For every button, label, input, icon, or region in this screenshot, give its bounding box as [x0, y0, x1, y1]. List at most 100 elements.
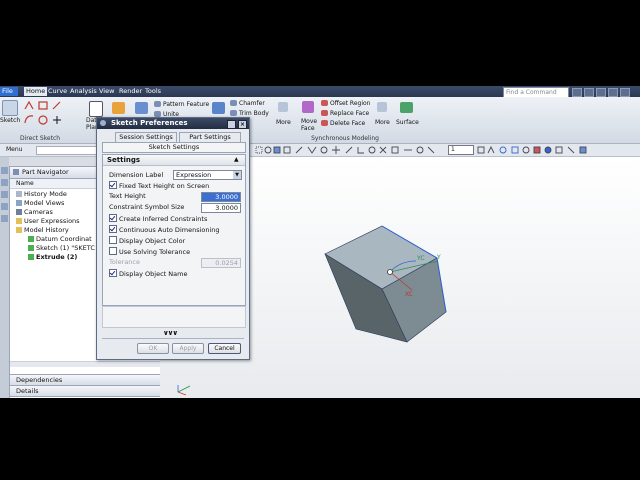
continuous-auto-dimensioning-checkbox[interactable]: Continuous Auto Dimensioning — [109, 225, 220, 234]
hole-icon[interactable] — [135, 102, 148, 114]
restore-icon[interactable] — [584, 88, 594, 97]
checkbox-continuous-auto[interactable] — [109, 225, 117, 233]
view-tools-icon[interactable] — [476, 145, 606, 155]
nav-item-sketch[interactable]: Sketch (1) "SKETC — [28, 244, 95, 252]
chamfer-label[interactable]: Chamfer — [239, 100, 265, 107]
apply-button[interactable]: Apply — [172, 343, 204, 354]
nav-item-user-expressions[interactable]: User Expressions — [16, 217, 80, 225]
checkbox-display-object-color[interactable] — [109, 236, 117, 244]
create-inferred-checkbox[interactable]: Create Inferred Constraints — [109, 214, 207, 223]
camera-icon — [16, 209, 22, 215]
checkmark-icon — [28, 245, 34, 251]
sketch-icon[interactable] — [2, 100, 18, 116]
reset-icon[interactable] — [227, 120, 236, 129]
close-dialog-icon[interactable]: × — [238, 120, 247, 129]
more-features-icon[interactable] — [278, 102, 288, 112]
sketch-settings-subtab[interactable]: Sketch Settings — [102, 142, 246, 153]
chamfer-icon[interactable] — [230, 100, 237, 106]
fixed-text-height-label: Fixed Text Height on Screen — [119, 182, 210, 190]
menu-bar: File Home Curve Analysis View Render Too… — [0, 86, 640, 98]
details-label: Details — [16, 387, 39, 395]
csys-origin-icon[interactable] — [387, 269, 393, 275]
work-layer-field[interactable]: 1 — [448, 145, 474, 155]
trim-body-icon[interactable] — [230, 110, 237, 116]
snap-tools-icon[interactable] — [254, 145, 444, 155]
checkbox-use-solving-tolerance[interactable] — [109, 247, 117, 255]
offset-region-label[interactable]: Offset Region — [330, 100, 370, 107]
close-icon[interactable] — [620, 88, 630, 97]
ok-button[interactable]: OK — [137, 343, 169, 354]
part-navigator-tab-icon[interactable] — [1, 167, 8, 174]
nav-item-datum-csys[interactable]: Datum Coordinat — [28, 235, 92, 243]
text-height-input[interactable]: 3.0000 — [201, 192, 241, 202]
tab-view[interactable]: View — [97, 87, 116, 96]
use-solving-tolerance-label: Use Solving Tolerance — [119, 248, 191, 256]
minimize-icon[interactable] — [596, 88, 606, 97]
pattern-feature-label[interactable]: Pattern Feature — [163, 101, 209, 108]
delete-face-label[interactable]: Delete Face — [330, 120, 365, 127]
tab-curve[interactable]: Curve — [46, 87, 69, 96]
dialog-title-bar[interactable]: Sketch Preferences × — [97, 118, 249, 129]
help-icon[interactable] — [572, 88, 582, 97]
nav-item-history-mode[interactable]: History Mode — [16, 190, 67, 198]
surface-button[interactable]: Surface — [396, 119, 419, 126]
more-features-button[interactable]: More — [276, 119, 291, 126]
move-face-icon[interactable] — [302, 101, 314, 113]
dialog-title: Sketch Preferences — [111, 119, 188, 127]
display-object-name-checkbox[interactable]: Display Object Name — [109, 269, 187, 278]
nav-item-model-history[interactable]: Model History — [16, 226, 69, 234]
view-triad-icon — [177, 385, 191, 396]
use-solving-tolerance-checkbox[interactable]: Use Solving Tolerance — [109, 247, 190, 256]
nav-item-label: Sketch (1) "SKETC — [36, 244, 95, 252]
delete-face-icon[interactable] — [321, 120, 328, 126]
menu-button[interactable]: Menu — [6, 146, 22, 153]
constraint-navigator-tab-icon[interactable] — [1, 191, 8, 198]
more-options-chevron-icon[interactable]: ∨∨∨ — [163, 329, 178, 337]
chevron-down-icon[interactable]: ▼ — [233, 171, 241, 179]
checkbox-create-inferred[interactable] — [109, 214, 117, 222]
horizontal-scrollbar[interactable] — [10, 361, 160, 367]
selection-filter-dropdown[interactable] — [36, 146, 98, 155]
more-sync-button[interactable]: More — [375, 119, 390, 126]
checkbox-display-object-name[interactable] — [109, 269, 117, 277]
settings-group-header[interactable]: Settings ▲ — [103, 155, 245, 166]
replace-face-label[interactable]: Replace Face — [330, 110, 369, 117]
text-height-label: Text Height — [109, 192, 146, 200]
move-face-label[interactable]: Move — [301, 118, 317, 125]
extrude-icon[interactable] — [112, 102, 125, 114]
nav-item-model-views[interactable]: Model Views — [16, 199, 64, 207]
maximize-icon[interactable] — [608, 88, 618, 97]
nav-item-cameras[interactable]: Cameras — [16, 208, 53, 216]
nav-item-extrude[interactable]: Extrude (2) — [28, 253, 77, 261]
tab-render[interactable]: Render — [117, 87, 144, 96]
replace-face-icon[interactable] — [321, 110, 328, 116]
dimension-label-text: Dimension Label — [109, 171, 164, 179]
sketch-curve-tools-icon[interactable] — [22, 99, 78, 129]
assembly-navigator-tab-icon[interactable] — [1, 179, 8, 186]
datum-plane-icon[interactable] — [89, 101, 103, 117]
surface-icon[interactable] — [400, 102, 413, 113]
details-panel-header[interactable]: Details — [9, 385, 161, 397]
tab-analysis[interactable]: Analysis — [68, 87, 99, 96]
collapse-icon[interactable]: ▲ — [234, 156, 239, 163]
nav-item-label: Model History — [24, 226, 69, 234]
checkbox-fixed-text-height[interactable] — [109, 181, 117, 189]
cancel-button[interactable]: Cancel — [208, 343, 241, 354]
constraint-symbol-size-label: Constraint Symbol Size — [109, 203, 185, 211]
fixed-text-height-checkbox[interactable]: Fixed Text Height on Screen — [109, 181, 209, 190]
history-tab-icon[interactable] — [1, 215, 8, 222]
constraint-symbol-size-input[interactable]: 3.0000 — [201, 203, 241, 213]
more-sync-icon[interactable] — [377, 102, 387, 112]
pattern-feature-icon[interactable] — [154, 101, 161, 107]
trim-body-label[interactable]: Trim Body — [239, 110, 269, 117]
reuse-library-tab-icon[interactable] — [1, 203, 8, 210]
tab-tools[interactable]: Tools — [143, 87, 163, 96]
shell-icon[interactable] — [212, 102, 225, 114]
tab-part-settings[interactable]: Part Settings — [179, 132, 241, 142]
file-menu[interactable]: File — [0, 87, 18, 96]
display-object-color-checkbox[interactable]: Display Object Color — [109, 236, 185, 245]
tab-session-settings[interactable]: Session Settings — [115, 132, 177, 142]
tab-home[interactable]: Home — [24, 87, 48, 96]
dimension-label-dropdown[interactable]: Expression ▼ — [173, 170, 242, 180]
offset-region-icon[interactable] — [321, 100, 328, 106]
